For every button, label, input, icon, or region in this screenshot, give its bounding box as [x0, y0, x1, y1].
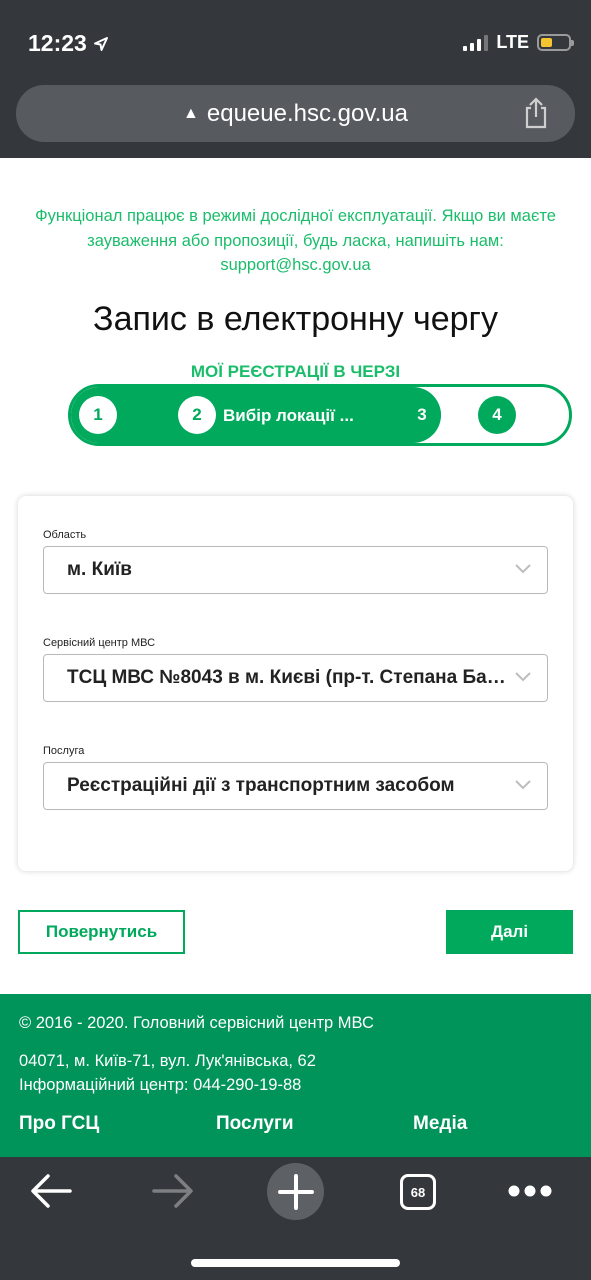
status-bar: 12:23 LTE	[0, 0, 591, 84]
battery-icon	[537, 34, 574, 51]
step-3: 3	[403, 396, 441, 434]
time-text: 12:23	[28, 30, 87, 56]
back-button[interactable]: Повернутись	[18, 910, 185, 954]
next-button[interactable]: Далі	[446, 910, 573, 954]
network-type: LTE	[496, 32, 529, 52]
my-registrations-link[interactable]: МОЇ РЕЄСТРАЦІЇ В ЧЕРЗІ	[0, 362, 591, 382]
service-select[interactable]: Реєстраційні дії з транспортним засобом	[43, 762, 548, 810]
browser-bottom-toolbar: 68	[0, 1157, 591, 1280]
notice-text: Функціонал працює в режимі дослідної екс…	[35, 207, 556, 274]
service-center-value: ТСЦ МВС №8043 в м. Києві (пр-т. Степана …	[67, 667, 507, 688]
footer-link-about[interactable]: Про ГСЦ	[19, 1113, 99, 1135]
signal-icon	[463, 34, 489, 51]
form-card: Область м. Київ Сервісний центр МВС ТСЦ …	[18, 496, 573, 871]
status-indicators: LTE	[463, 32, 574, 53]
region-select[interactable]: м. Київ	[43, 546, 548, 594]
forward-arrow-icon[interactable]	[152, 1173, 194, 1209]
progress-stepper: 1 2 Вибір локації ... 3 4	[68, 384, 572, 446]
share-icon[interactable]	[521, 97, 551, 129]
service-center-select[interactable]: ТСЦ МВС №8043 в м. Києві (пр-т. Степана …	[43, 654, 548, 702]
footer-link-services[interactable]: Послуги	[216, 1113, 294, 1135]
footer-link-media[interactable]: Медіа	[413, 1113, 467, 1135]
chevron-down-icon	[515, 672, 531, 682]
page-title: Запис в електронну чергу	[93, 300, 498, 338]
new-tab-button[interactable]	[267, 1163, 324, 1220]
chevron-down-icon	[515, 564, 531, 574]
location-arrow-icon	[93, 36, 108, 51]
region-label: Область	[43, 529, 87, 541]
address-bar[interactable]: ▲ equeue.hsc.gov.ua	[16, 85, 575, 142]
service-center-label: Сервісний центр МВС	[43, 637, 156, 649]
footer-address: 04071, м. Київ-71, вул. Лук'янівська, 62	[19, 1052, 316, 1070]
back-arrow-icon[interactable]	[30, 1173, 72, 1209]
service-label: Послуга	[43, 745, 85, 757]
step-2: 2	[178, 396, 216, 434]
status-time: 12:23	[28, 30, 109, 57]
step-2-label: Вибір локації ...	[223, 406, 354, 425]
plus-icon	[277, 1173, 314, 1210]
home-indicator[interactable]	[191, 1259, 400, 1267]
footer-copyright: © 2016 - 2020. Головний сервісний центр …	[19, 1014, 374, 1032]
step-1: 1	[79, 396, 117, 434]
browser-top-bar: 12:23 LTE ▲ equeue.hsc.gov.ua	[0, 0, 591, 158]
warning-icon: ▲	[183, 104, 199, 122]
region-value: м. Київ	[67, 559, 132, 580]
step-4: 4	[478, 396, 516, 434]
more-icon[interactable]	[508, 1185, 552, 1197]
footer-info-center: Інформаційний центр: 044-290-19-88	[19, 1076, 302, 1094]
tabs-button[interactable]: 68	[400, 1174, 436, 1210]
footer: © 2016 - 2020. Головний сервісний центр …	[0, 994, 591, 1157]
service-value: Реєстраційні дії з транспортним засобом	[67, 775, 455, 796]
url-text: equeue.hsc.gov.ua	[206, 99, 408, 127]
chevron-down-icon	[515, 780, 531, 790]
